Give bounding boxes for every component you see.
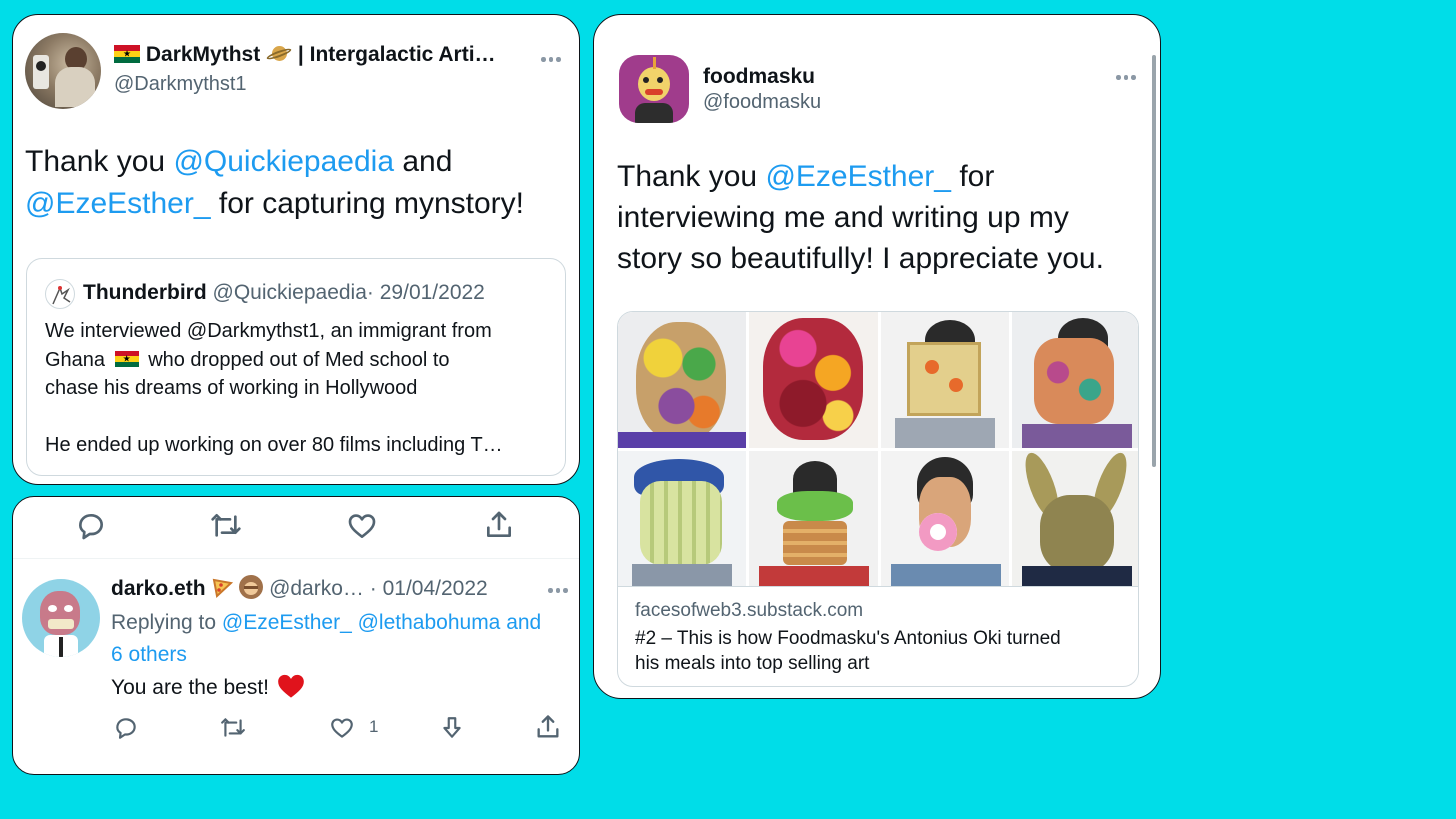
food-mask-photo [880,450,1009,586]
link-card-meta[interactable]: facesofweb3.substack.com #2 – This is ho… [618,586,1138,686]
tweet-card-foodmasku[interactable]: foodmasku @foodmasku Thank you @EzeEsthe… [593,14,1161,699]
food-mask-photo [1011,312,1138,448]
saturn-icon [265,43,293,65]
pizza-icon [211,576,234,598]
avatar-darkmythst[interactable] [25,33,101,109]
reply-card: darko.eth @darko… · 01/04/2022 Replying … [12,496,580,775]
avatar-thunderbird [45,279,75,309]
tweet-card-darkmythst[interactable]: ★ DarkMythst | Intergalactic Arti… @Dark… [12,14,580,485]
handle[interactable]: @Darkmythst1 [114,73,247,96]
tweet-body: Thank you @Quickiepaedia and @EzeEsther_… [25,145,525,220]
ghana-flag-icon: ★ [114,45,140,63]
red-heart-icon [278,674,304,698]
avatar-foodmasku[interactable] [619,55,689,123]
quote-handle: @Quickiepaedia [212,281,367,304]
avatar-darko[interactable] [22,579,100,657]
link-card[interactable]: facesofweb3.substack.com #2 – This is ho… [617,311,1139,687]
replying-to: Replying to @EzeEsther_ @lethabohuma and… [111,607,571,671]
reply-icon[interactable] [75,510,107,542]
reply-handle[interactable]: @darko… [269,577,364,600]
reply-icon[interactable] [113,715,139,741]
reply-date[interactable]: 01/04/2022 [383,577,488,600]
quote-body: We interviewed @Darkmythst1, an immigran… [45,320,503,456]
food-mask-photo [749,312,878,448]
food-mask-photo [880,312,1009,448]
share-icon[interactable] [534,713,562,741]
mention-ezeesther[interactable]: @EzeEsther_ [765,160,951,193]
quote-display-name: Thunderbird [83,281,207,304]
food-mask-photo [618,450,747,586]
tweet-body: Thank you @EzeEsther_ for interviewing m… [617,160,1104,275]
more-options-icon[interactable] [1116,75,1136,80]
display-name[interactable]: DarkMythst [146,43,260,66]
reply-display-name[interactable]: darko.eth [111,577,206,600]
mention-ezeesther[interactable]: @EzeEsther_ [25,187,211,220]
like-count: 1 [369,717,379,736]
link-domain: facesofweb3.substack.com [635,600,864,621]
link-title: #2 – This is how Foodmasku's Antonius Ok… [635,628,1061,674]
author-line: ★ DarkMythst | Intergalactic Arti… [114,43,496,67]
replying-others[interactable]: 6 others [111,639,571,671]
quote-author-line: Thunderbird @Quickiepaedia· 29/01/2022 [83,281,485,304]
like-icon[interactable] [329,715,355,741]
display-name[interactable]: foodmasku [703,65,815,89]
action-bar [13,497,579,559]
ghana-flag-icon: ★ [114,350,139,368]
reply-body: You are the best! [111,673,305,700]
handle[interactable]: @foodmasku [703,91,821,114]
share-icon[interactable] [483,509,515,541]
reply-author-line: darko.eth @darko… · 01/04/2022 [111,575,488,600]
more-options-icon[interactable] [541,57,561,62]
monkey-icon [239,575,264,599]
replying-mentions[interactable]: @EzeEsther_ @lethabohuma and [222,611,541,634]
scrollbar[interactable] [1152,55,1156,467]
reply-action-bar: 1 [111,713,571,743]
food-mask-photo [749,450,878,586]
retweet-icon[interactable] [209,510,243,542]
retweet-icon[interactable] [219,715,247,741]
food-mask-photo [618,312,747,448]
quote-date: 29/01/2022 [379,281,485,304]
mention-quickiepaedia[interactable]: @Quickiepaedia [173,145,394,178]
display-name-suffix: | Intergalactic Arti… [297,43,496,66]
reply-more-options-icon[interactable] [548,588,568,593]
downvote-icon[interactable] [439,715,465,741]
food-mask-photo [1011,450,1138,586]
link-card-image[interactable] [618,312,1138,586]
like-icon[interactable] [346,510,378,542]
quoted-tweet[interactable]: Thunderbird @Quickiepaedia· 29/01/2022 W… [26,258,566,476]
